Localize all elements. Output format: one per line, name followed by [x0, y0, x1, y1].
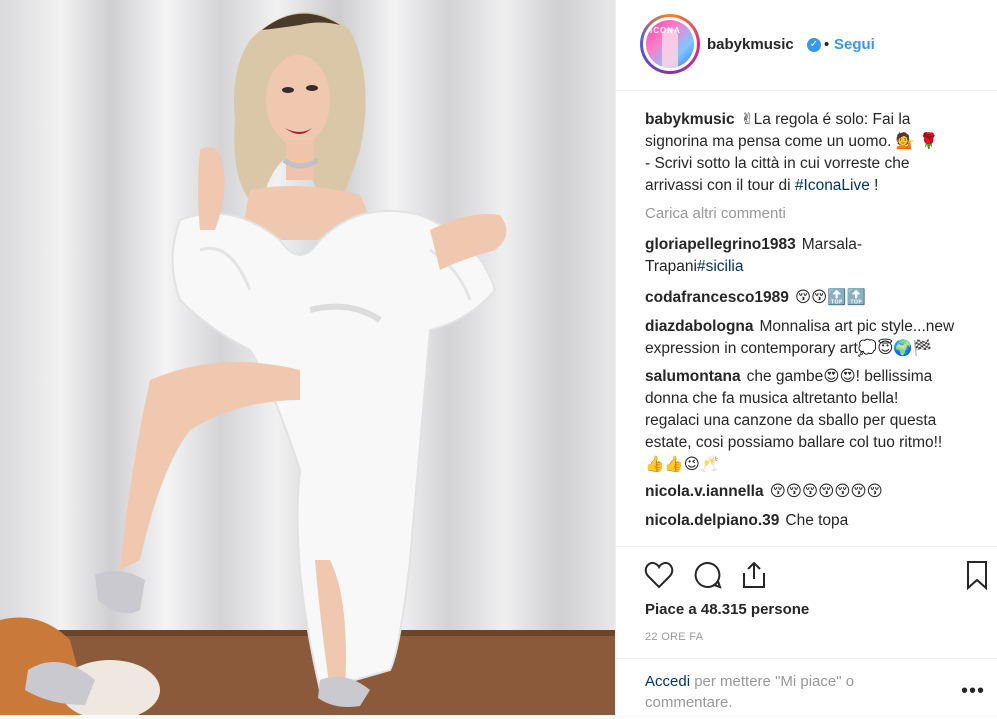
caption: babykmusic ✌La regola é solo: Fai la sign…	[645, 109, 985, 197]
likes-count[interactable]: Piace a 48.315 persone	[645, 601, 809, 618]
avatar-text: ICONA	[650, 26, 681, 35]
comment-username[interactable]: nicola.delpiano.39	[645, 512, 779, 529]
post-actions: Piace a 48.315 persone 22 ORE FA Accedi …	[616, 546, 997, 717]
comment-text-line-2: expression in contemporary art💭😇🌍🏁	[645, 340, 932, 357]
comment-username[interactable]: salumontana	[645, 368, 741, 385]
avatar-image: ICONA	[646, 20, 694, 68]
comment-icon[interactable]	[692, 559, 724, 591]
caption-line-3: - Scrivi sotto la città in cui vorreste …	[645, 155, 910, 172]
header-username[interactable]: babykmusic	[707, 36, 794, 53]
comment-item: nicola.delpiano.39 Che topa	[645, 510, 985, 532]
comment-text: Marsala-	[801, 236, 863, 253]
comment-text-line-5: 👍👍😉🥂	[645, 456, 720, 473]
caption-hashtag[interactable]: #IconaLive	[795, 177, 870, 194]
comment-username[interactable]: diazdabologna	[645, 318, 754, 335]
header-separator: •	[824, 36, 830, 53]
comment-text: Monnalisa art pic style...new	[759, 318, 955, 335]
comment-username[interactable]: nicola.v.iannella	[645, 483, 764, 500]
comment-item: salumontana che gambe😍😍! bellissima donna…	[645, 366, 985, 476]
follow-button[interactable]: Segui	[834, 36, 875, 53]
comment-item: diazdabologna Monnalisa art pic style...n…	[645, 316, 985, 360]
caption-line-4: arrivassi con il tour di	[645, 177, 795, 194]
caption-line-2: signorina ma pensa come un uomo. 💁 🌹	[645, 133, 939, 150]
comment-username[interactable]: codafrancesco1989	[645, 289, 789, 306]
verified-badge-icon: ✓	[807, 38, 821, 52]
bookmark-icon[interactable]	[961, 559, 993, 591]
comment-username[interactable]: gloriapellegrino1983	[645, 236, 796, 253]
comment-text: 😚😚😚😚😚😚😚	[769, 483, 883, 500]
share-icon[interactable]	[738, 559, 770, 591]
load-more-comments-button[interactable]: Carica altri commenti	[645, 205, 786, 222]
comment-text: 😚😚🔝🔝	[794, 289, 866, 306]
avatar[interactable]: ICONA	[640, 14, 700, 74]
login-prompt: Accedi per mettere "Mi piace" o commenta…	[616, 658, 997, 719]
photo-illustration	[0, 12, 615, 715]
comment-text-line-2: donna che fa musica altretanto bella!	[645, 390, 899, 407]
comment-item: codafrancesco1989 😚😚🔝🔝	[645, 287, 985, 309]
comments-section: babykmusic ✌La regola é solo: Fai la sign…	[616, 91, 997, 546]
login-text: Accedi per mettere "Mi piace" o commenta…	[645, 671, 925, 713]
comment-text-line-4: estate, cosi possiamo ballare col tuo ri…	[645, 434, 943, 451]
comment-item: gloriapellegrino1983 Marsala- Trapani#sic…	[645, 234, 985, 278]
caption-username[interactable]: babykmusic	[645, 111, 735, 128]
post-side-panel: ICONA babykmusic ✓ • Segui babykmusic ✌La…	[615, 0, 997, 715]
comment-text: che gambe😍😍! bellissima	[746, 368, 933, 385]
post-timestamp[interactable]: 22 ORE FA	[645, 631, 703, 643]
comment-text-line-2: Trapani	[645, 258, 697, 275]
comment-text: Che topa	[785, 512, 849, 529]
avatar-frame: ICONA	[643, 17, 697, 71]
caption-line-1: ✌La regola é solo: Fai la	[740, 111, 911, 128]
more-options-icon[interactable]: •••	[961, 680, 985, 703]
caption-line-4-end: !	[869, 177, 879, 194]
post-photo[interactable]	[0, 0, 615, 715]
instagram-post: ICONA babykmusic ✓ • Segui babykmusic ✌La…	[0, 0, 997, 715]
comment-item: nicola.v.iannella 😚😚😚😚😚😚😚	[645, 481, 985, 503]
login-link[interactable]: Accedi	[645, 673, 690, 690]
heart-icon[interactable]	[643, 559, 675, 591]
post-header: ICONA babykmusic ✓ • Segui	[616, 0, 997, 91]
comment-text-line-3: regalaci una canzone da sballo per quest…	[645, 412, 937, 429]
comment-hashtag[interactable]: #sicilia	[697, 258, 744, 275]
